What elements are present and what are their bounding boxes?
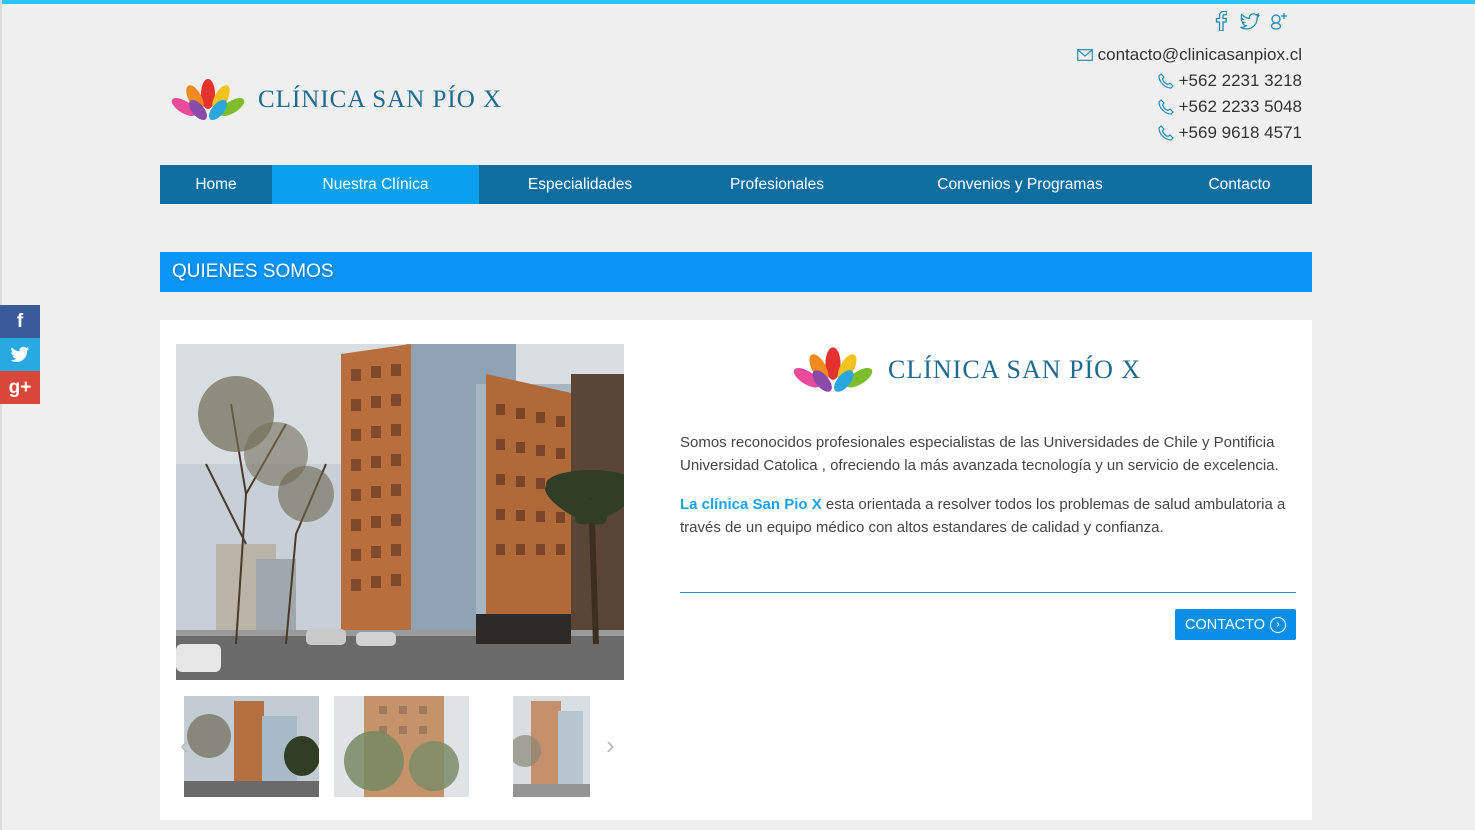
gallery-thumbnail-1[interactable] bbox=[184, 696, 319, 797]
facebook-icon[interactable] bbox=[1211, 10, 1231, 32]
phone-icon bbox=[1158, 99, 1174, 115]
about-description: Somos reconocidos profesionales especial… bbox=[680, 432, 1300, 556]
clinic-name-highlight: La clínica San Pio X bbox=[680, 496, 822, 513]
about-paragraph-1: Somos reconocidos profesionales especial… bbox=[680, 434, 1279, 474]
about-paragraph-2: La clínica San Pio X esta orientada a re… bbox=[680, 494, 1300, 539]
contact-button[interactable]: CONTACTO › bbox=[1175, 609, 1296, 640]
nav-item-home[interactable]: Home bbox=[160, 165, 272, 204]
phone-icon bbox=[1158, 125, 1174, 141]
top-accent-strip bbox=[0, 0, 1475, 4]
contact-phone-line: +562 2231 3218 bbox=[1077, 68, 1302, 94]
carousel-prev-icon[interactable]: ‹ bbox=[180, 730, 189, 761]
contact-email-line: contacto@clinicasanpiox.cl bbox=[1076, 42, 1302, 68]
contact-phone-3[interactable]: +569 9618 4571 bbox=[1179, 120, 1302, 146]
clinic-building-photo[interactable] bbox=[176, 344, 624, 680]
floating-share-bar: f g+ bbox=[0, 305, 40, 404]
google-plus-icon[interactable] bbox=[1269, 10, 1289, 32]
header-logo[interactable]: CLÍNICA SAN PÍO X bbox=[168, 74, 502, 122]
contact-email[interactable]: contacto@clinicasanpiox.cl bbox=[1098, 42, 1302, 68]
about-card: ‹ › CLÍNICA SAN PÍO X Somos reconocidos … bbox=[160, 320, 1312, 820]
contact-button-label: CONTACTO bbox=[1184, 616, 1266, 633]
contact-phone-line: +562 2233 5048 bbox=[1077, 94, 1302, 120]
header-social-links bbox=[1211, 10, 1289, 32]
twitter-icon[interactable] bbox=[1240, 10, 1260, 32]
card-logo: CLÍNICA SAN PÍO X bbox=[788, 342, 1141, 394]
gallery-thumbnail-2[interactable] bbox=[334, 696, 469, 797]
contact-phone-1[interactable]: +562 2231 3218 bbox=[1179, 68, 1302, 94]
left-edge bbox=[0, 0, 2, 830]
gallery-thumbnail-3[interactable] bbox=[513, 696, 590, 797]
content-divider bbox=[680, 592, 1296, 593]
section-title: QUIENES SOMOS bbox=[160, 252, 1312, 292]
contact-phone-line: +569 9618 4571 bbox=[1077, 120, 1302, 146]
contact-phone-2[interactable]: +562 2233 5048 bbox=[1179, 94, 1302, 120]
main-nav: Home Nuestra Clínica Especialidades Prof… bbox=[160, 165, 1312, 204]
phone-icon bbox=[1158, 73, 1174, 89]
header-contact-info: contacto@clinicasanpiox.cl +562 2231 321… bbox=[1076, 42, 1302, 146]
card-brand-name: CLÍNICA SAN PÍO X bbox=[888, 355, 1142, 384]
lotus-logo-icon bbox=[171, 79, 245, 120]
carousel-next-icon[interactable]: › bbox=[606, 730, 615, 761]
nav-item-profesionales[interactable]: Profesionales bbox=[681, 165, 873, 204]
brand-name: CLÍNICA SAN PÍO X bbox=[258, 86, 503, 113]
nav-item-convenios[interactable]: Convenios y Programas bbox=[873, 165, 1167, 204]
google-plus-share-icon[interactable]: g+ bbox=[0, 371, 40, 404]
nav-item-especialidades[interactable]: Especialidades bbox=[479, 165, 681, 204]
envelope-icon bbox=[1076, 49, 1093, 61]
nav-item-contacto[interactable]: Contacto bbox=[1167, 165, 1312, 204]
lotus-logo-icon bbox=[793, 347, 873, 392]
twitter-share-icon[interactable] bbox=[0, 338, 40, 371]
nav-item-nuestra-clinica[interactable]: Nuestra Clínica bbox=[272, 165, 479, 204]
chevron-right-circle-icon: › bbox=[1270, 616, 1287, 633]
facebook-share-icon[interactable]: f bbox=[0, 305, 40, 338]
